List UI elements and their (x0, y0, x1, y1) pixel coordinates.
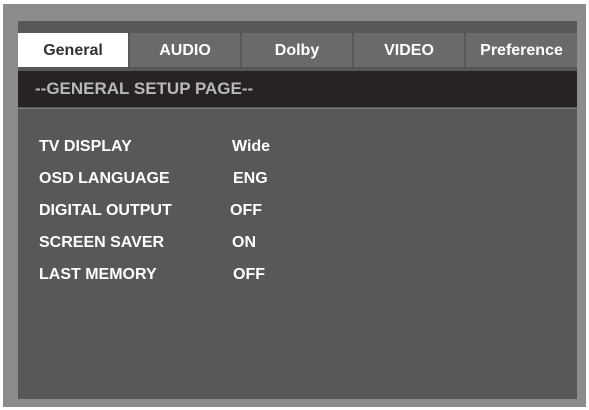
setting-value: OFF (233, 266, 265, 283)
header-divider (18, 108, 577, 109)
page-title: --GENERAL SETUP PAGE-- (18, 71, 577, 107)
setup-tabs: General AUDIO Dolby VIDEO Preference (18, 33, 577, 67)
tab-preference[interactable]: Preference (466, 33, 577, 67)
setting-row-digital-output[interactable]: DIGITAL OUTPUT OFF (39, 202, 559, 234)
osd-screen: General AUDIO Dolby VIDEO Preference --G… (18, 21, 577, 399)
setting-row-osd-language[interactable]: OSD LANGUAGE ENG (39, 170, 559, 202)
setting-value: Wide (232, 138, 271, 155)
setting-value: ENG (233, 170, 268, 187)
setting-row-tv-display[interactable]: TV DISPLAY Wide (39, 138, 559, 170)
tab-audio[interactable]: AUDIO (130, 33, 242, 67)
tab-video[interactable]: VIDEO (354, 33, 466, 67)
setting-label: SCREEN SAVER (39, 234, 165, 251)
setting-label: LAST MEMORY (39, 266, 157, 283)
tab-general[interactable]: General (18, 33, 130, 67)
setting-value: OFF (230, 202, 262, 219)
tab-dolby[interactable]: Dolby (242, 33, 354, 67)
setting-value: ON (232, 234, 256, 251)
settings-list: TV DISPLAY Wide OSD LANGUAGE ENG DIGITAL… (39, 138, 559, 298)
tv-frame: General AUDIO Dolby VIDEO Preference --G… (3, 4, 586, 407)
setting-row-screen-saver[interactable]: SCREEN SAVER ON (39, 234, 559, 266)
setting-label: DIGITAL OUTPUT (39, 202, 172, 219)
setting-label: OSD LANGUAGE (39, 170, 170, 187)
setting-row-last-memory[interactable]: LAST MEMORY OFF (39, 266, 559, 298)
setting-label: TV DISPLAY (39, 138, 132, 155)
